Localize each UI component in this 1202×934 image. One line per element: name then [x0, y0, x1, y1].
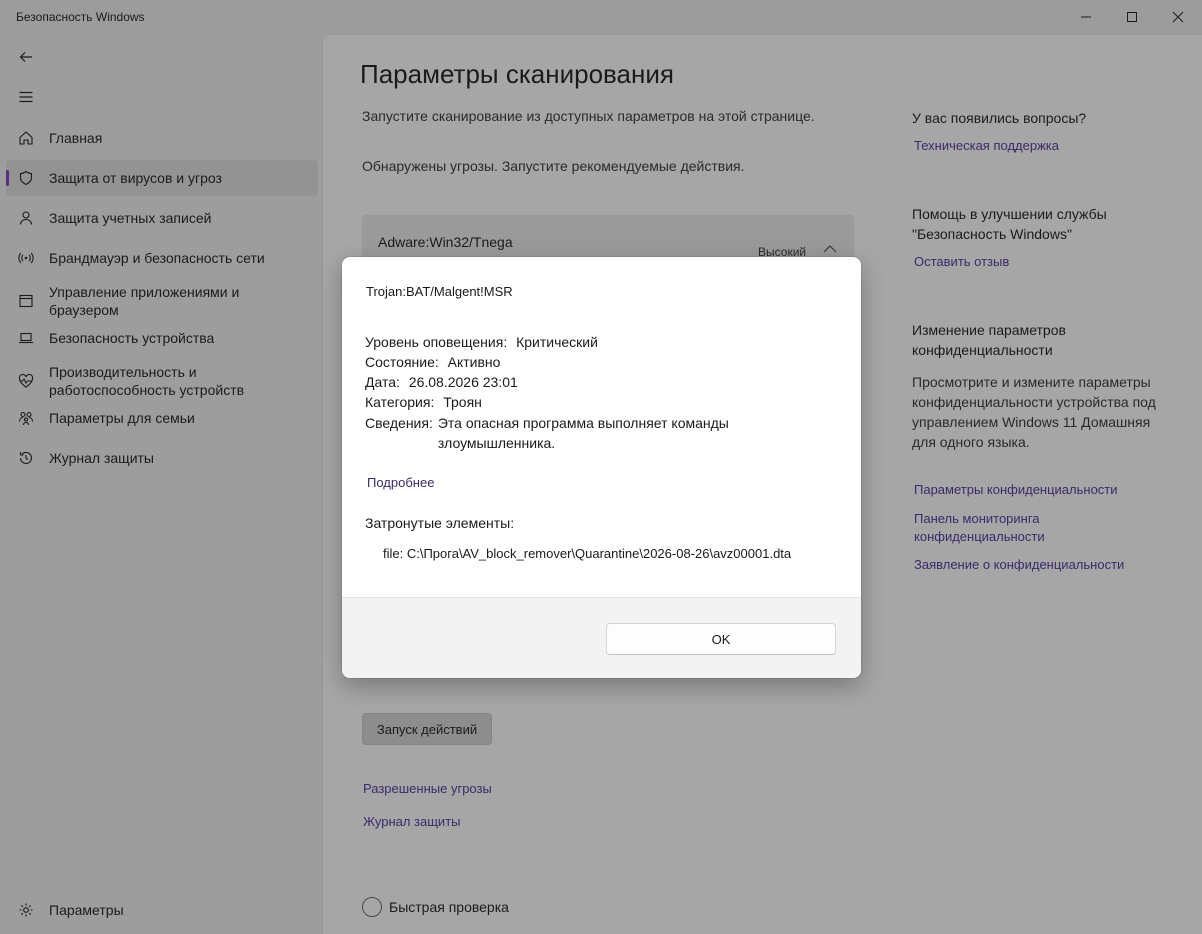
details-row: Сведения: Эта опасная программа выполняе… — [365, 413, 768, 453]
sidebar-item-label: Управление приложениями и браузером — [49, 284, 240, 318]
sidebar-item-firewall[interactable]: Брандмауэр и безопасность сети — [6, 240, 318, 276]
sidebar-item-device-security[interactable]: Безопасность устройства — [6, 320, 318, 356]
page-title: Параметры сканирования — [360, 59, 674, 89]
family-icon — [16, 408, 36, 428]
sidebar-item-label: Брандмауэр и безопасность сети — [49, 250, 265, 266]
alert-level-row: Уровень оповещения: Критический — [365, 332, 598, 352]
history-icon — [16, 448, 36, 468]
chevron-up-icon[interactable] — [822, 243, 838, 255]
shield-icon — [16, 168, 36, 188]
quick-scan-radio[interactable] — [362, 897, 382, 917]
details-value: Эта опасная программа выполняет команды … — [437, 415, 729, 451]
sidebar-item-label: Главная — [49, 130, 103, 146]
sidebar-item-protection-history[interactable]: Журнал защиты — [6, 440, 318, 476]
protection-history-link[interactable]: Журнал защиты — [363, 814, 461, 829]
category-label: Категория: — [365, 394, 435, 410]
sidebar: Главная Защита от вирусов и угроз Защита… — [0, 34, 322, 934]
affected-items-label: Затронутые элементы: — [365, 515, 515, 531]
more-info-link[interactable]: Подробнее — [367, 475, 434, 490]
details-label: Сведения: — [365, 415, 433, 431]
feedback-link[interactable]: Оставить отзыв — [914, 253, 1009, 271]
dialog-footer: OK — [342, 597, 861, 678]
sidebar-item-label: Параметры — [49, 902, 124, 918]
heart-icon — [16, 371, 36, 391]
back-button[interactable] — [14, 45, 38, 69]
home-icon — [16, 128, 36, 148]
app-browser-icon — [16, 291, 36, 311]
active-indicator — [6, 170, 9, 186]
person-icon — [16, 208, 36, 228]
sidebar-item-label: Производительность и работоспособность у… — [49, 364, 245, 398]
window-title: Безопасность Windows — [16, 10, 145, 24]
questions-heading: У вас появились вопросы? — [912, 110, 1087, 126]
sidebar-item-label: Журнал защиты — [49, 450, 154, 466]
sidebar-item-label: Защита учетных записей — [49, 210, 212, 226]
gear-icon — [16, 900, 36, 920]
sidebar-item-app-browser[interactable]: Управление приложениями и браузером — [6, 279, 318, 323]
maximize-icon — [1127, 12, 1137, 22]
close-icon — [1172, 11, 1184, 23]
app-window: Безопасность Windows Главная Защита от в… — [0, 0, 1202, 934]
minimize-icon — [1081, 16, 1091, 18]
allowed-threats-link[interactable]: Разрешенные угрозы — [363, 781, 492, 796]
category-value: Троян — [443, 394, 482, 410]
quick-scan-option[interactable]: Быстрая проверка — [362, 897, 509, 917]
privacy-settings-link[interactable]: Параметры конфиденциальности — [914, 481, 1118, 499]
improve-heading: Помощь в улучшении службы "Безопасность … — [912, 206, 1107, 242]
privacy-statement-link[interactable]: Заявление о конфиденциальности — [914, 556, 1124, 574]
sidebar-item-home[interactable]: Главная — [6, 120, 318, 156]
category-row: Категория: Троян — [365, 392, 482, 412]
sidebar-item-settings[interactable]: Параметры — [6, 892, 318, 928]
support-link[interactable]: Техническая поддержка — [914, 137, 1059, 155]
sidebar-item-virus-protection[interactable]: Защита от вирусов и угроз — [6, 160, 318, 196]
affected-file-path: file: C:\Прога\AV_block_remover\Quaranti… — [383, 546, 792, 561]
laptop-icon — [16, 328, 36, 348]
ok-button[interactable]: OK — [606, 623, 836, 655]
threat-name: Adware:Win32/Tnega — [378, 234, 513, 250]
alert-level-label: Уровень оповещения: — [365, 334, 508, 350]
menu-button[interactable] — [14, 85, 38, 109]
date-value: 26.08.2026 23:01 — [408, 374, 518, 390]
privacy-dashboard-link[interactable]: Панель мониторинга конфиденциальности — [914, 510, 1094, 546]
close-button[interactable] — [1155, 0, 1201, 34]
status-label: Состояние: — [365, 354, 439, 370]
dialog-threat-name: Trojan:BAT/Malgent!MSR — [366, 284, 513, 299]
quick-scan-label: Быстрая проверка — [389, 899, 509, 915]
page-subtitle: Запустите сканирование из доступных пара… — [362, 108, 815, 124]
sidebar-item-label: Защита от вирусов и угроз — [49, 170, 222, 186]
back-arrow-icon — [19, 52, 32, 62]
sidebar-item-label: Параметры для семьи — [49, 410, 195, 426]
minimize-button[interactable] — [1063, 0, 1109, 34]
wifi-icon — [16, 248, 36, 268]
privacy-text: Просмотрите и измените параметры конфиде… — [912, 374, 1156, 450]
privacy-heading: Изменение параметров конфиденциальности — [912, 322, 1066, 358]
run-actions-button[interactable]: Запуск действий — [362, 713, 492, 745]
threat-card[interactable]: Adware:Win32/Tnega Высокий — [362, 215, 854, 259]
hamburger-icon — [19, 91, 33, 103]
date-label: Дата: — [365, 374, 400, 390]
sidebar-item-family[interactable]: Параметры для семьи — [6, 400, 318, 436]
maximize-button[interactable] — [1109, 0, 1155, 34]
sidebar-item-account-protection[interactable]: Защита учетных записей — [6, 200, 318, 236]
date-row: Дата: 26.08.2026 23:01 — [365, 372, 518, 392]
status-row: Состояние: Активно — [365, 352, 500, 372]
sidebar-item-performance[interactable]: Производительность и работоспособность у… — [6, 359, 318, 403]
threat-details-dialog: Trojan:BAT/Malgent!MSR Уровень оповещени… — [342, 257, 861, 678]
status-value: Активно — [447, 354, 501, 370]
title-bar: Безопасность Windows — [0, 0, 1202, 34]
alert-level-value: Критический — [516, 334, 598, 350]
threat-status-message: Обнаружены угрозы. Запустите рекомендуем… — [362, 158, 745, 174]
sidebar-item-label: Безопасность устройства — [49, 330, 215, 346]
